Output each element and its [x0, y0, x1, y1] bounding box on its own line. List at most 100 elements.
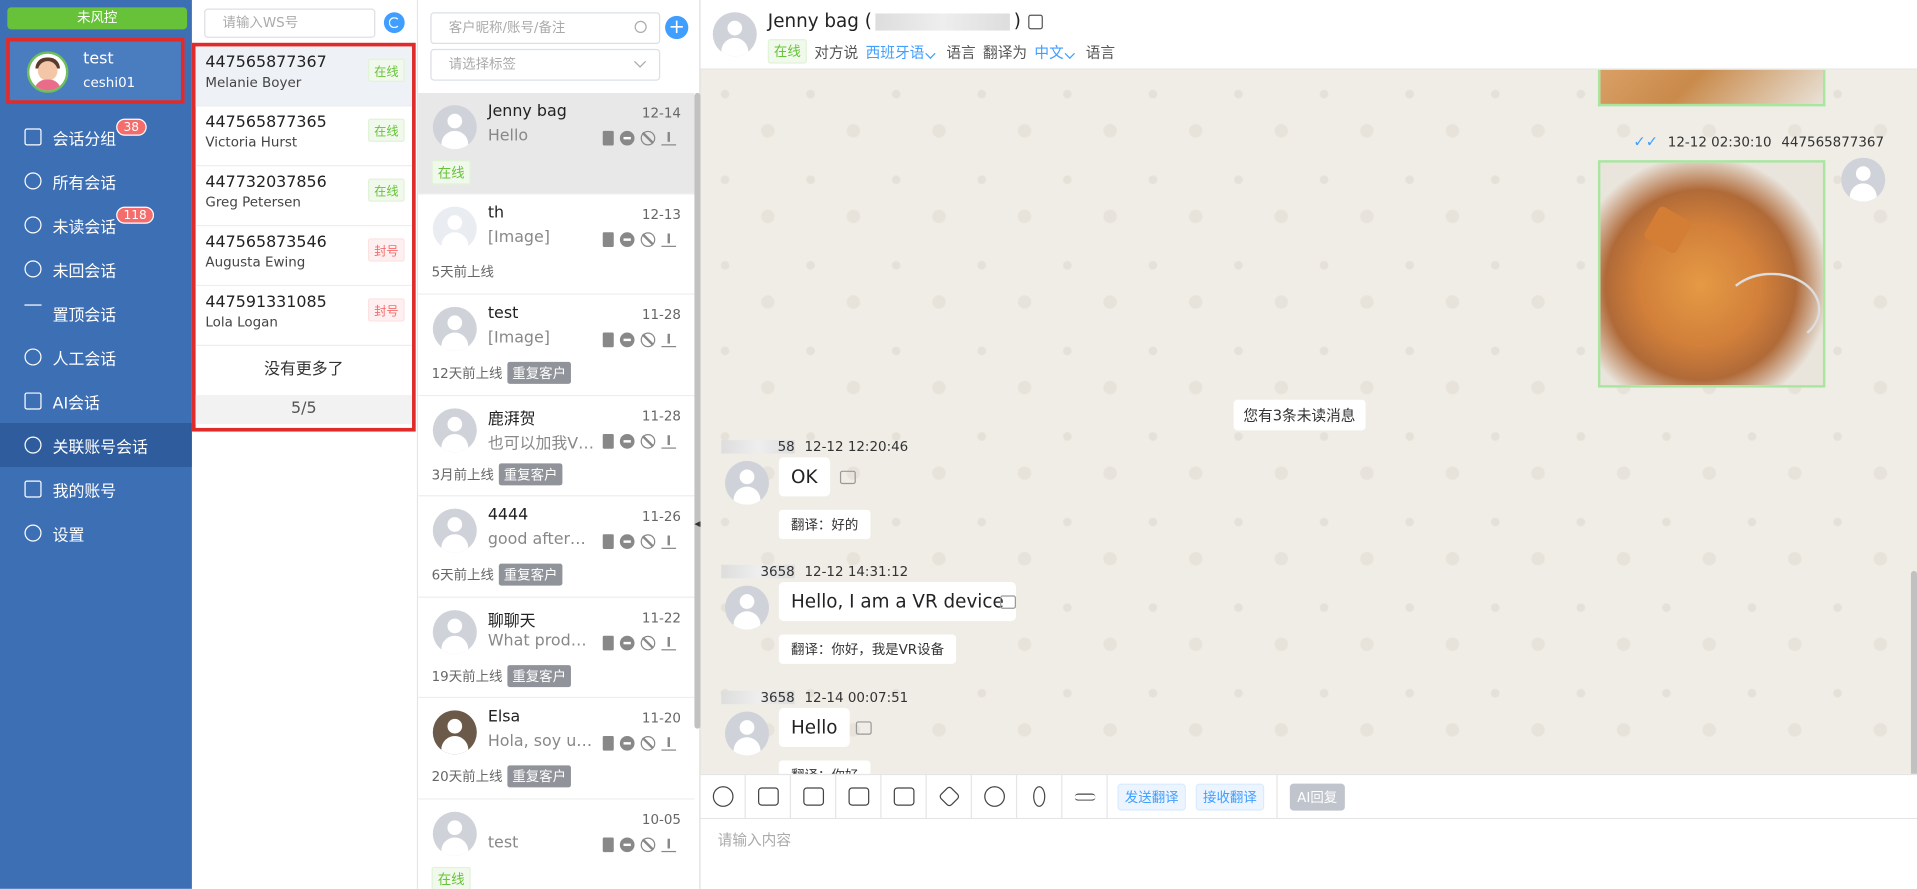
translate-icon[interactable] [839, 470, 856, 485]
clipboard-icon[interactable] [602, 130, 614, 146]
block-icon[interactable] [640, 130, 656, 146]
file-button[interactable] [836, 774, 882, 819]
card-button[interactable] [881, 774, 927, 819]
block-icon[interactable] [640, 231, 656, 247]
block-icon[interactable] [640, 635, 656, 650]
sidebar-item-unread[interactable]: 未读会话 118 [0, 203, 192, 247]
user-card[interactable]: test ceshi01 [6, 37, 185, 104]
pin-top-icon[interactable] [661, 635, 677, 650]
translate-icon[interactable] [1000, 595, 1016, 609]
message-input[interactable]: 请输入内容 [700, 819, 1917, 889]
minus-circle-icon[interactable] [619, 130, 635, 146]
clipboard-icon[interactable] [602, 332, 614, 348]
message-bubble[interactable]: Hello, I am a VR device [778, 581, 1016, 622]
search-icon[interactable] [634, 20, 647, 34]
block-icon[interactable] [640, 534, 656, 549]
clipboard-icon[interactable] [602, 836, 614, 852]
call-button[interactable] [972, 774, 1018, 819]
list-item[interactable]: 鹿湃贺 11-28 也可以加我V… 3月前上线 重复客户 [418, 396, 695, 497]
minus-circle-icon[interactable] [619, 231, 635, 247]
pin-top-icon[interactable] [661, 736, 677, 751]
list-item[interactable]: Jenny bag 12-14 Hello 在线 [418, 92, 695, 194]
avatar [432, 105, 477, 150]
video-button[interactable] [791, 774, 837, 819]
count-badge: 38 [116, 118, 147, 136]
message-header: 3658 12-14 00:07:51 [721, 690, 908, 705]
block-icon[interactable] [640, 736, 656, 751]
sidebar-item-settings[interactable]: 设置 [0, 511, 192, 555]
pin-top-icon[interactable] [661, 131, 677, 146]
minus-circle-icon[interactable] [619, 433, 635, 449]
ws-search-input[interactable]: 请输入WS号 [204, 8, 376, 38]
block-icon[interactable] [640, 332, 656, 348]
tag-placeholder: 请选择标签 [448, 56, 516, 73]
message-bubble[interactable]: OK [778, 457, 830, 497]
add-button[interactable]: + [665, 15, 689, 40]
pin-top-icon[interactable] [661, 333, 677, 348]
list-item[interactable]: 聊聊天 11-22 What produc… 19天前上线 重复客户 [418, 597, 695, 699]
refresh-icon[interactable] [383, 12, 405, 34]
chat-icon [24, 172, 42, 190]
pin-top-icon[interactable] [661, 837, 677, 852]
unread-notice[interactable]: 您有3条未读消息 [1233, 399, 1366, 431]
block-icon[interactable] [640, 836, 656, 852]
list-item[interactable]: 447565873546 Augusta Ewing 封号 [195, 226, 413, 287]
list-item[interactable]: 447565877365 Victoria Hurst 在线 [195, 106, 413, 167]
translation-bubble: 翻译：你好 [778, 760, 871, 774]
customer-search-input[interactable]: 客户昵称/账号/备注 [430, 12, 661, 45]
list-item[interactable]: 447732037856 Greg Petersen 在线 [195, 166, 413, 227]
sidebar-item-linked[interactable]: 关联账号会话 [0, 423, 192, 468]
edit-icon[interactable] [1028, 14, 1043, 29]
sidebar-item-my-account[interactable]: 我的账号 [0, 467, 192, 511]
send-translate-button[interactable]: 发送翻译 [1117, 783, 1186, 810]
minus-circle-icon[interactable] [619, 836, 635, 852]
minus-circle-icon[interactable] [619, 534, 635, 549]
sidebar-item-pinned[interactable]: 置顶会话 [0, 291, 192, 335]
minus-circle-icon[interactable] [619, 635, 635, 650]
sidebar-item-unreplied[interactable]: 未回会话 [0, 247, 192, 291]
list-item[interactable]: 10-05 test 在线 [418, 799, 694, 889]
image-message[interactable] [1597, 160, 1826, 388]
pin-top-icon[interactable] [661, 232, 677, 247]
image-button[interactable] [746, 774, 792, 819]
pin-top-icon[interactable] [661, 433, 677, 449]
list-item[interactable]: test 11-28 [Image] 12天前上线 重复客户 [418, 295, 695, 396]
image-message[interactable] [1597, 69, 1826, 107]
receive-translate-button[interactable]: 接收翻译 [1195, 783, 1265, 810]
clipboard-icon[interactable] [602, 736, 614, 751]
list-item[interactable]: 447591331085 Lola Logan 封号 [195, 286, 413, 346]
message-bubble[interactable]: Hello [778, 707, 850, 748]
conversation-actions [602, 534, 677, 549]
list-item[interactable]: th 12-13 [Image] 5天前上线 [418, 194, 695, 295]
location-button[interactable] [927, 774, 972, 819]
scrollbar[interactable] [1910, 570, 1917, 774]
clipboard-icon[interactable] [602, 231, 614, 247]
sidebar-item-label: 会话分组 [52, 130, 117, 149]
clipboard-icon[interactable] [602, 534, 614, 549]
avatar [432, 710, 477, 755]
clipboard-icon[interactable] [602, 433, 614, 449]
sidebar-item-all[interactable]: 所有会话 [0, 159, 192, 203]
minus-circle-icon[interactable] [619, 736, 635, 751]
target-language-select[interactable]: 中文 [1034, 41, 1078, 62]
clipboard-icon[interactable] [602, 635, 614, 650]
list-item[interactable]: 4444 11-26 good afternoon 6天前上线重复客户 [418, 496, 695, 598]
sidebar-item-ai[interactable]: AI会话 [0, 379, 192, 423]
attach-button[interactable] [1017, 774, 1063, 819]
message-area[interactable]: ✓✓ 12-12 02:30:10 447565877367 您有3条未读消息 58… [700, 69, 1917, 774]
tag-select[interactable]: 请选择标签 [430, 48, 661, 81]
quick-reply-button[interactable] [1062, 774, 1108, 819]
sidebar-item-groups[interactable]: 会话分组 38 [0, 115, 192, 159]
minus-circle-icon[interactable] [619, 332, 635, 348]
conversation-date: 11-28 [641, 306, 681, 323]
ai-reply-button[interactable]: AI回复 [1289, 783, 1345, 810]
block-icon[interactable] [640, 433, 656, 449]
list-item[interactable]: Elsa 11-20 Hola, soy un… 20天前上线 重复客户 [418, 698, 695, 799]
translate-icon[interactable] [855, 721, 872, 735]
list-item[interactable]: 447565877367 Melanie Boyer 在线 [195, 46, 413, 107]
emoji-button[interactable] [701, 774, 746, 819]
pin-top-icon[interactable] [661, 534, 677, 549]
peer-language-select[interactable]: 西班牙语 [866, 41, 939, 62]
sidebar-item-manual[interactable]: 人工会话 [0, 335, 192, 379]
incoming-message: 3658 12-14 00:07:51 Hello 翻译：你好 [721, 690, 908, 774]
